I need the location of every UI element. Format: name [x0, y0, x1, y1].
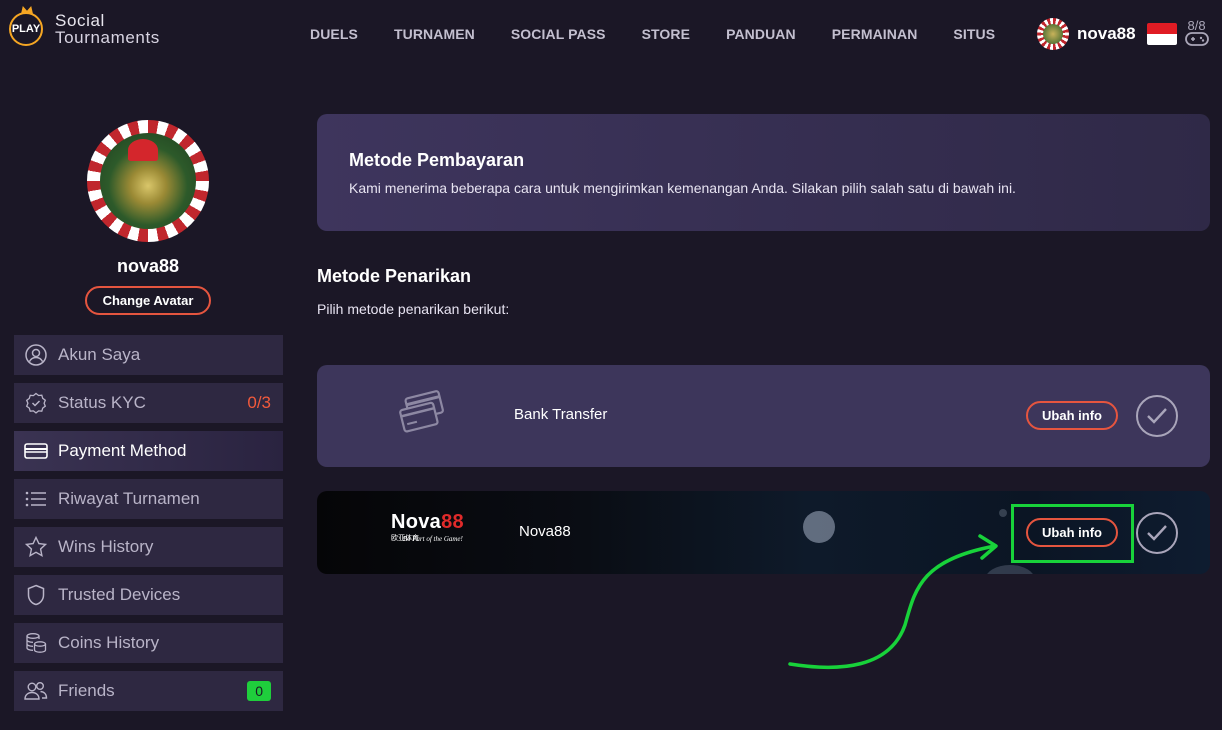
- sidebar-item-label: Wins History: [58, 537, 154, 556]
- logo-brand-a: Nova: [391, 511, 442, 533]
- sidebar-item-label: Akun Saya: [58, 345, 141, 364]
- top-header: PLAY Social Tournaments DUELS TURNAMEN S…: [0, 0, 1222, 70]
- profile-avatar: [87, 120, 209, 242]
- payment-info-card: Metode Pembayaran Kami menerima beberapa…: [317, 114, 1210, 231]
- shield-icon: [24, 584, 48, 606]
- users-icon: [24, 680, 48, 702]
- withdrawal-title: Metode Penarikan: [317, 266, 472, 286]
- sidebar-item-label: Friends: [58, 681, 115, 700]
- user-avatar[interactable]: [1037, 18, 1069, 50]
- highlight-box-annotation: [1011, 504, 1134, 563]
- friends-count-badge: 0: [247, 681, 271, 701]
- nav-situs[interactable]: SITUS: [953, 26, 995, 42]
- list-icon: [24, 488, 48, 510]
- sidebar-item-label: Trusted Devices: [58, 585, 181, 604]
- user-menu[interactable]: nova88 8/8: [1037, 18, 1209, 50]
- sidebar-item-label: Status KYC: [58, 393, 146, 412]
- nav-permainan[interactable]: PERMAINAN: [832, 26, 918, 42]
- nova88-select-check-icon[interactable]: [1136, 512, 1178, 554]
- payment-method-bank-transfer[interactable]: Bank Transfer Ubah info: [317, 365, 1210, 467]
- sidebar-item-label: Coins History: [58, 633, 160, 652]
- change-avatar-button[interactable]: Change Avatar: [85, 286, 211, 315]
- logo-line-1: Social: [55, 11, 105, 30]
- nav-social-pass[interactable]: SOCIAL PASS: [511, 26, 606, 42]
- gamepad-icon[interactable]: 8/8: [1184, 18, 1209, 48]
- withdrawal-subtitle: Pilih metode penarikan berikut:: [317, 301, 510, 317]
- kyc-count: 0/3: [247, 393, 271, 412]
- shield-check-icon: [24, 392, 48, 414]
- nav-panduan[interactable]: PANDUAN: [726, 26, 796, 42]
- logo-brand-b: 88: [441, 511, 464, 533]
- nova88-logo: Nova88 欧亚体育 Be Part of the Game!: [391, 511, 481, 543]
- main-nav: DUELS TURNAMEN SOCIAL PASS STORE PANDUAN…: [310, 26, 1031, 42]
- bokeh-light: [999, 509, 1007, 517]
- username[interactable]: nova88: [1077, 24, 1136, 44]
- coins-icon: [24, 632, 48, 654]
- bank-cards-icon: [395, 389, 451, 442]
- sidebar-item-label: Riwayat Turnamen: [58, 489, 200, 508]
- bank-transfer-select-check-icon[interactable]: [1136, 395, 1178, 437]
- nav-store[interactable]: STORE: [642, 26, 690, 42]
- sidebar-item-wins-history[interactable]: Wins History: [14, 527, 283, 567]
- bank-transfer-ubah-info-button[interactable]: Ubah info: [1026, 401, 1118, 430]
- gamepad-label: 8/8: [1187, 18, 1206, 33]
- play-logo-icon: PLAY: [9, 12, 43, 46]
- indonesia-flag-icon[interactable]: [1146, 23, 1177, 45]
- credit-card-icon: [24, 440, 48, 462]
- bank-transfer-name: Bank Transfer: [514, 406, 608, 423]
- star-icon: [24, 536, 48, 558]
- nav-duels[interactable]: DUELS: [310, 26, 358, 42]
- nova88-name: Nova88: [519, 523, 571, 540]
- user-circle-icon: [24, 344, 48, 366]
- sidebar-item-coins-history[interactable]: Coins History: [14, 623, 283, 663]
- site-logo[interactable]: PLAY Social Tournaments: [9, 12, 160, 46]
- info-title: Metode Pembayaran: [349, 150, 525, 170]
- info-description: Kami menerima beberapa cara untuk mengir…: [349, 180, 1016, 196]
- sidebar-item-label: Payment Method: [58, 441, 187, 460]
- sidebar-item-trusted-devices[interactable]: Trusted Devices: [14, 575, 283, 615]
- logo-tagline: Be Part of the Game!: [403, 535, 463, 543]
- sidebar-item-status-kyc[interactable]: Status KYC 0/3: [14, 383, 283, 423]
- arrow-annotation-icon: [788, 534, 998, 670]
- nav-turnamen[interactable]: TURNAMEN: [394, 26, 475, 42]
- profile-name: nova88: [116, 256, 180, 276]
- sidebar-item-riwayat-turnamen[interactable]: Riwayat Turnamen: [14, 479, 283, 519]
- logo-line-2: Tournaments: [55, 28, 160, 47]
- sidebar-menu: Akun Saya Status KYC 0/3 Payment Method …: [14, 335, 283, 719]
- sidebar-item-akun-saya[interactable]: Akun Saya: [14, 335, 283, 375]
- sidebar-item-friends[interactable]: Friends 0: [14, 671, 283, 711]
- sidebar-item-payment-method[interactable]: Payment Method: [14, 431, 283, 471]
